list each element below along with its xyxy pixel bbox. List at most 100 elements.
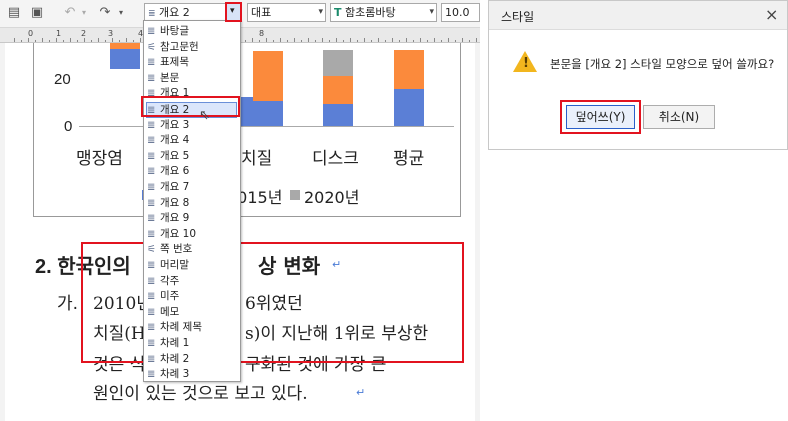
- style-option[interactable]: ≣ 개요 7: [147, 180, 239, 196]
- style-option[interactable]: ≣ 개요 9: [147, 211, 239, 227]
- style-dropdown-button[interactable]: ▾: [225, 2, 242, 22]
- style-option[interactable]: ≣ 개요 3: [147, 118, 239, 134]
- style-option[interactable]: ≣ 개요 10: [147, 227, 239, 243]
- ruler-tick: [105, 40, 106, 42]
- style-option[interactable]: ⚟ 쪽 번호: [147, 242, 239, 258]
- legend-label-2020: 2020년: [304, 188, 360, 207]
- style-option-label: 개요 5: [160, 149, 190, 162]
- style-option[interactable]: ≣ 각주: [147, 274, 239, 290]
- style-option-label: 차례 제목: [160, 321, 202, 334]
- warning-icon-mark: !: [523, 56, 529, 71]
- ruler-number: 1: [56, 29, 62, 38]
- overwrite-button[interactable]: 덮어쓰(Y): [566, 105, 635, 129]
- chart: 20 0 맹장염 치질 디스크 평균 2015년 2020년: [33, 43, 461, 217]
- y-tick-label: 20: [54, 71, 71, 88]
- style-option-label: 차례 2: [160, 352, 190, 365]
- style-option[interactable]: ≣ 표제목: [147, 55, 239, 71]
- ruler-tick: [259, 40, 260, 42]
- paragraph-label: 가.: [57, 294, 79, 314]
- style-option-label: 차례 1: [160, 337, 190, 349]
- style-dropdown-list[interactable]: ≣ 바탕글 ⚟ 참고문헌 ≣ 표제목 ≣ 본문 ≣ 개요 1 ≣ 개요 2 ≣ 개요 3 ≣ 개요 4 ≣ 개요 …: [143, 20, 241, 382]
- print-icon[interactable]: ▤: [6, 5, 22, 21]
- ruler-tick: [77, 40, 78, 42]
- style-option-label: 개요 4: [160, 134, 190, 147]
- style-option-label: 개요 10: [160, 227, 197, 240]
- style-option[interactable]: ≣ 미주: [147, 289, 239, 305]
- category-label: 치질: [241, 149, 273, 169]
- style-option[interactable]: ≣ 차례 3: [147, 367, 239, 383]
- category-label: 디스크: [312, 149, 359, 169]
- style-option-label: 차례 3: [160, 368, 190, 381]
- language-combo-value: 대표: [251, 6, 272, 19]
- ruler-tick: [357, 40, 358, 42]
- style-combo-value: 개요 2: [159, 6, 190, 19]
- ruler-tick: [434, 38, 435, 42]
- undo-dropdown-icon[interactable]: ▾: [76, 5, 92, 21]
- ruler-tick: [343, 40, 344, 42]
- font-size-combo[interactable]: 10.0: [441, 3, 480, 22]
- style-option-label: 개요 3: [160, 118, 190, 131]
- paragraph-style-icon: ≣: [147, 306, 156, 318]
- chevron-down-icon: ▾: [318, 7, 323, 17]
- style-option[interactable]: ≣ 메모: [147, 305, 239, 321]
- style-option[interactable]: ⚟ 참고문헌: [147, 40, 239, 56]
- bar-2020-디스크: [323, 76, 353, 104]
- paragraph-style-icon: ≣: [147, 275, 156, 287]
- y-tick-label: 0: [64, 118, 73, 135]
- redo-dropdown-icon[interactable]: ▾: [113, 5, 129, 21]
- divider: [480, 0, 488, 421]
- font-combo[interactable]: T 함초롬바탕 ▾: [330, 3, 437, 22]
- style-option[interactable]: ≣ 머리말: [147, 258, 239, 274]
- style-option-label: 머리말: [160, 259, 189, 271]
- ruler-tick: [245, 40, 246, 42]
- style-option-label: 표제목: [160, 56, 189, 69]
- style-dialog: 스타일 × ! 본문을 [개요 2] 스타일 모양으로 덮어 쓸까요? 덮어쓰(…: [488, 0, 788, 150]
- style-option[interactable]: ≣ 개요 5: [147, 149, 239, 165]
- ruler-tick: [469, 40, 470, 42]
- ruler-tick: [448, 38, 449, 42]
- redo-icon[interactable]: ↷: [97, 5, 113, 21]
- mouse-cursor-icon: ⇖: [199, 108, 210, 123]
- ruler-tick: [455, 40, 456, 42]
- paragraph-style-icon: ≣: [147, 166, 156, 178]
- ruler-tick: [280, 38, 281, 42]
- style-option[interactable]: ≣ 차례 1: [147, 336, 239, 352]
- paragraph-style-icon: ≣: [147, 291, 156, 303]
- style-option-label: 개요 8: [160, 196, 190, 209]
- ruler-tick: [112, 38, 113, 42]
- style-option[interactable]: ≣ 바탕글: [147, 24, 239, 40]
- bar-2020-맹장염: [110, 43, 140, 49]
- style-option[interactable]: ≣ 개요 4: [147, 133, 239, 149]
- style-icon: ≣: [148, 9, 156, 19]
- paragraph-style-icon: ≣: [147, 353, 156, 365]
- ruler-tick: [322, 38, 323, 42]
- style-option[interactable]: ≣ 차례 제목: [147, 320, 239, 336]
- language-combo[interactable]: 대표 ▾: [247, 3, 326, 22]
- ruler-tick: [315, 40, 316, 42]
- category-label: 평균: [393, 149, 425, 169]
- style-option[interactable]: ≣ 개요 8: [147, 196, 239, 212]
- paragraph-style-icon: ⚟: [147, 41, 156, 53]
- ruler-tick: [308, 38, 309, 42]
- legend-swatch-2020: [290, 190, 300, 200]
- ruler-number: 0: [28, 29, 34, 38]
- bar-2015-디스크: [323, 104, 353, 126]
- ruler-tick: [140, 38, 141, 42]
- close-icon[interactable]: ×: [765, 5, 778, 24]
- ruler-tick: [91, 40, 92, 42]
- bar-2020-평균: [394, 50, 424, 89]
- ruler-tick: [21, 40, 22, 42]
- cancel-button[interactable]: 취소(N): [643, 105, 715, 129]
- save-icon[interactable]: ▣: [29, 5, 45, 21]
- ruler-tick: [28, 38, 29, 42]
- ruler-tick: [133, 40, 134, 42]
- style-option[interactable]: ≣ 차례 2: [147, 352, 239, 368]
- paragraph-style-icon: ≣: [147, 338, 156, 349]
- style-option[interactable]: ≣ 본문: [147, 71, 239, 87]
- style-option-label: 바탕글: [160, 25, 189, 37]
- ruler-tick: [378, 38, 379, 42]
- paragraph-style-icon: ≣: [147, 228, 156, 240]
- style-option[interactable]: ≣ 개요 6: [147, 164, 239, 180]
- chevron-down-icon: ▾: [230, 6, 235, 16]
- ruler-tick: [63, 40, 64, 42]
